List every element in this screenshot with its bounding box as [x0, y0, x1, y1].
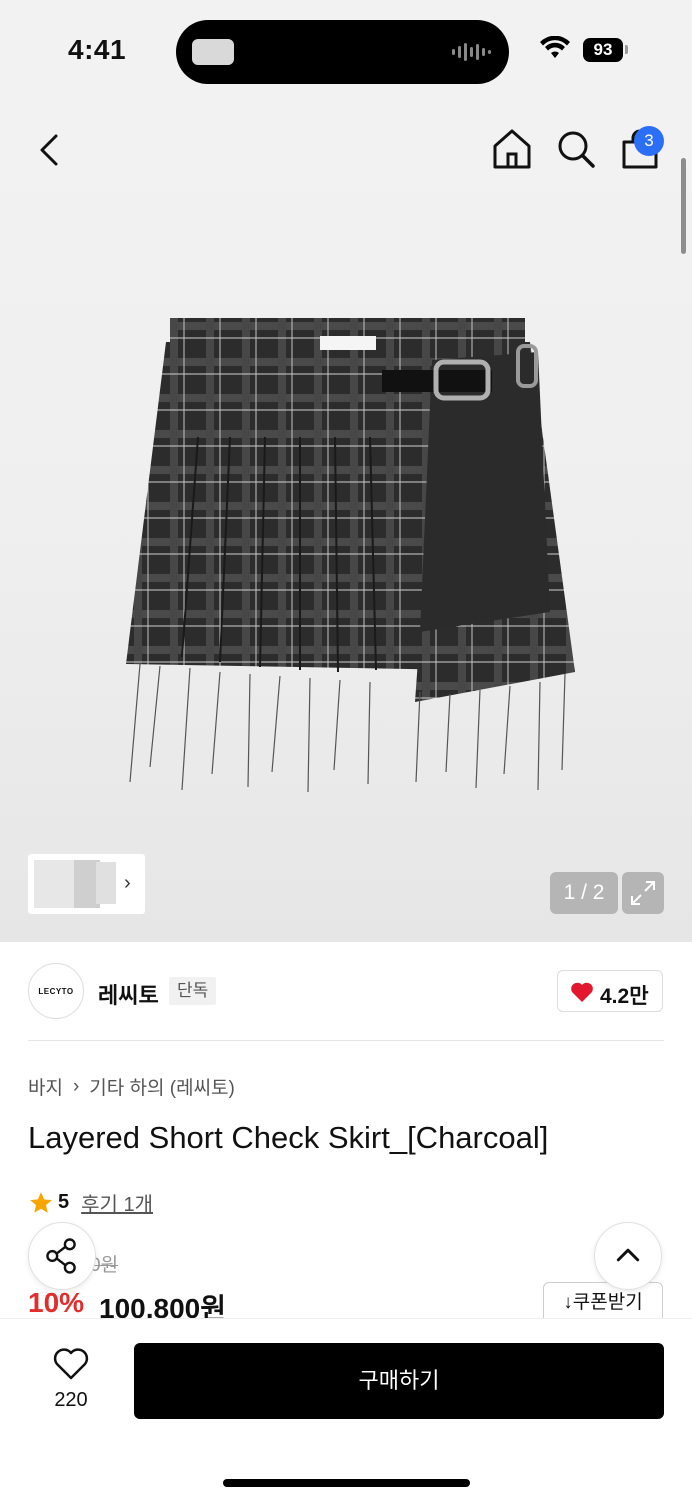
bottom-action-bar: 220 구매하기: [0, 1318, 692, 1500]
review-link[interactable]: 후기 1개: [81, 1188, 153, 1217]
expand-icon[interactable]: [622, 872, 664, 914]
image-page-counter: 1 / 2: [550, 872, 618, 914]
home-indicator: [223, 1479, 470, 1487]
breadcrumb-category[interactable]: 바지: [28, 1073, 63, 1100]
product-image: [126, 318, 575, 792]
wishlist-count: 220: [54, 1389, 88, 1411]
brand-like-count: 4.2만: [600, 985, 649, 1008]
audio-wave-icon: [452, 42, 491, 62]
status-time: 4:41: [68, 34, 127, 65]
heart-outline-icon: [53, 1348, 89, 1380]
status-bar: 4:41 93: [0, 0, 692, 100]
brand-logo[interactable]: LECYTO: [28, 963, 84, 1019]
rating-score: 5: [58, 1191, 70, 1213]
battery-indicator: 93: [583, 38, 623, 62]
product-title: Layered Short Check Skirt_[Charcoal]: [28, 1120, 549, 1155]
home-icon[interactable]: [490, 126, 534, 172]
brand-like-button[interactable]: 4.2만: [557, 970, 663, 1012]
chevron-right-icon: ›: [72, 1075, 80, 1097]
star-icon: [30, 1191, 52, 1213]
dynamic-island: [176, 20, 509, 84]
buy-button[interactable]: 구매하기: [134, 1343, 664, 1419]
search-icon[interactable]: [554, 126, 598, 172]
breadcrumb: 바지 › 기타 하의 (레씨토): [28, 1073, 235, 1100]
scroll-indicator: [681, 158, 686, 254]
coupon-label: 쿠폰받기: [572, 1292, 643, 1313]
share-icon[interactable]: [28, 1222, 96, 1290]
breadcrumb-subcategory[interactable]: 기타 하의 (레씨토): [89, 1073, 235, 1100]
exclusive-tag: 단독: [169, 977, 217, 1005]
wishlist-button[interactable]: 220: [40, 1345, 102, 1415]
island-thumbnail: [192, 39, 234, 65]
thumbnail-strip[interactable]: ›: [28, 854, 145, 914]
cart-count-badge: 3: [634, 126, 664, 156]
product-gallery[interactable]: 3 › 1 / 2: [0, 100, 692, 942]
wifi-icon: [540, 36, 570, 58]
divider: [28, 1040, 664, 1041]
chevron-right-icon[interactable]: ›: [124, 872, 131, 895]
discount-rate: 10%: [28, 1287, 85, 1318]
scroll-top-icon[interactable]: [594, 1222, 662, 1290]
battery-cap: [625, 45, 628, 54]
thumbnail-3[interactable]: [96, 862, 116, 904]
heart-filled-icon: [571, 982, 593, 1002]
download-icon: ↓: [563, 1292, 573, 1313]
brand-name[interactable]: 레씨토: [98, 978, 159, 1010]
back-icon[interactable]: [30, 128, 70, 172]
rating: 5 후기 1개: [28, 1188, 153, 1217]
